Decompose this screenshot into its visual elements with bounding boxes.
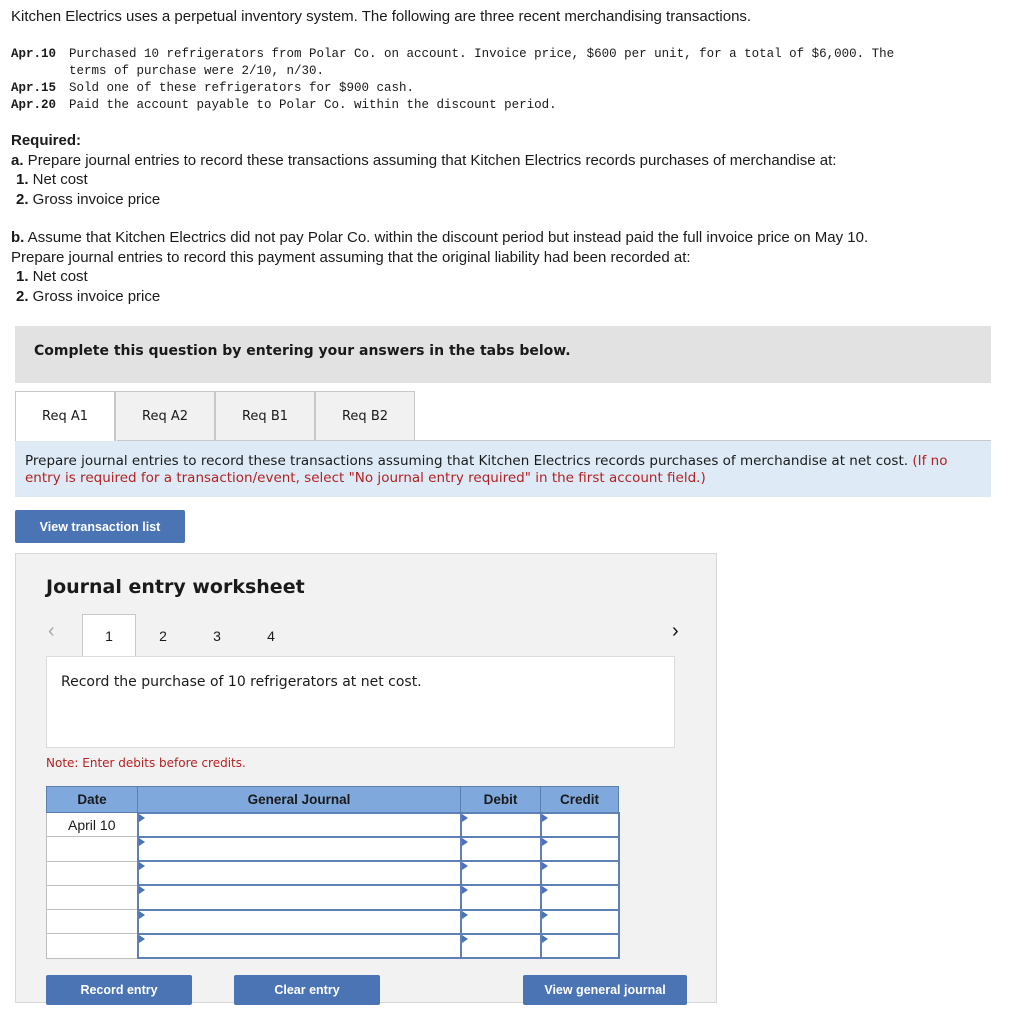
credit-input[interactable] — [541, 910, 618, 933]
credit-input[interactable] — [541, 813, 618, 836]
journal-row — [46, 932, 620, 960]
requirement-tabs: Req A1 Req A2 Req B1 Req B2 — [15, 391, 415, 441]
debit-input[interactable] — [461, 813, 540, 836]
intro-text: Kitchen Electrics uses a perpetual inven… — [11, 8, 752, 25]
debit-input[interactable] — [461, 886, 540, 909]
account-select[interactable] — [138, 886, 460, 909]
worksheet-title: Journal entry worksheet — [46, 576, 305, 598]
journal-date-cell — [46, 836, 138, 862]
debit-input[interactable] — [461, 837, 540, 861]
worksheet-page-1[interactable]: 1 — [82, 614, 136, 657]
journal-date-cell — [46, 884, 138, 911]
journal-date-cell — [46, 860, 138, 886]
chevron-right-icon[interactable]: › — [672, 620, 679, 643]
required-heading: Required: — [11, 132, 82, 149]
journal-row — [46, 860, 620, 887]
account-select[interactable] — [138, 862, 460, 885]
transaction-date: Apr.15 — [11, 81, 57, 95]
transaction-date: Apr.10 — [11, 47, 57, 61]
worksheet-page-2[interactable]: 2 — [136, 614, 190, 657]
credit-input[interactable] — [541, 837, 618, 861]
credit-input[interactable] — [541, 934, 618, 958]
general-journal-table: Date General Journal Debit Credit April … — [46, 786, 620, 960]
account-select[interactable] — [138, 837, 460, 861]
journal-row — [46, 908, 620, 935]
journal-date-cell: April 10 — [46, 811, 138, 838]
tab-instruction: Prepare journal entries to record these … — [15, 441, 991, 497]
col-header-credit: Credit — [540, 786, 619, 813]
record-entry-button[interactable]: Record entry — [46, 975, 192, 1005]
transaction-item: Apr.15 Sold one of these refrigerators f… — [11, 80, 989, 97]
transaction-desc: Paid the account payable to Polar Co. wi… — [69, 98, 557, 112]
col-header-date: Date — [46, 786, 138, 813]
view-transaction-list-button[interactable]: View transaction list — [15, 510, 185, 543]
req-b-text2: Prepare journal entries to record this p… — [11, 248, 691, 266]
col-header-debit: Debit — [460, 786, 541, 813]
transaction-item: Apr.10 Purchased 10 refrigerators from P… — [11, 46, 989, 63]
journal-row — [46, 835, 620, 863]
worksheet-description: Record the purchase of 10 refrigerators … — [46, 656, 675, 748]
col-header-general-journal: General Journal — [137, 786, 461, 813]
tab-req-b2[interactable]: Req B2 — [315, 391, 415, 441]
tab-req-b1[interactable]: Req B1 — [215, 391, 315, 441]
clear-entry-button[interactable]: Clear entry — [234, 975, 380, 1005]
transaction-date: Apr.20 — [11, 98, 57, 112]
credit-input[interactable] — [541, 886, 618, 909]
account-select[interactable] — [138, 934, 460, 958]
transaction-desc: Purchased 10 refrigerators from Polar Co… — [69, 47, 895, 61]
debit-input[interactable] — [461, 862, 540, 885]
worksheet-page-3[interactable]: 3 — [190, 614, 244, 657]
journal-row: April 10 — [46, 811, 620, 838]
debit-input[interactable] — [461, 934, 540, 958]
instructions-banner: Complete this question by entering your … — [15, 326, 991, 383]
journal-date-cell — [46, 909, 138, 935]
req-b-text: Assume that Kitchen Electrics did not pa… — [24, 229, 869, 246]
worksheet-pages: 1 2 3 4 — [82, 614, 298, 657]
tab-req-a1[interactable]: Req A1 — [15, 391, 115, 441]
journal-row — [46, 884, 620, 911]
transaction-desc: Sold one of these refrigerators for $900… — [69, 81, 415, 95]
journal-entry-worksheet: Journal entry worksheet ‹ 1 2 3 4 › Reco… — [15, 553, 717, 1005]
requirements: Required: a. Prepare journal entries to … — [11, 132, 869, 305]
transaction-item: Apr.20 Paid the account payable to Polar… — [11, 97, 989, 114]
account-select[interactable] — [138, 813, 460, 836]
credit-input[interactable] — [541, 862, 618, 885]
journal-date-cell — [46, 933, 138, 959]
tab-req-a2[interactable]: Req A2 — [115, 391, 215, 441]
debit-input[interactable] — [461, 910, 540, 933]
worksheet-note: Note: Enter debits before credits. — [46, 756, 246, 770]
req-a-text: Prepare journal entries to record these … — [23, 151, 837, 169]
view-general-journal-button[interactable]: View general journal — [523, 975, 687, 1005]
transaction-list: Apr.10 Purchased 10 refrigerators from P… — [11, 46, 989, 114]
transaction-desc-cont: terms of purchase were 2/10, n/30. — [69, 64, 325, 78]
chevron-left-icon[interactable]: ‹ — [48, 620, 55, 643]
account-select[interactable] — [138, 910, 460, 933]
worksheet-page-4[interactable]: 4 — [244, 614, 298, 657]
